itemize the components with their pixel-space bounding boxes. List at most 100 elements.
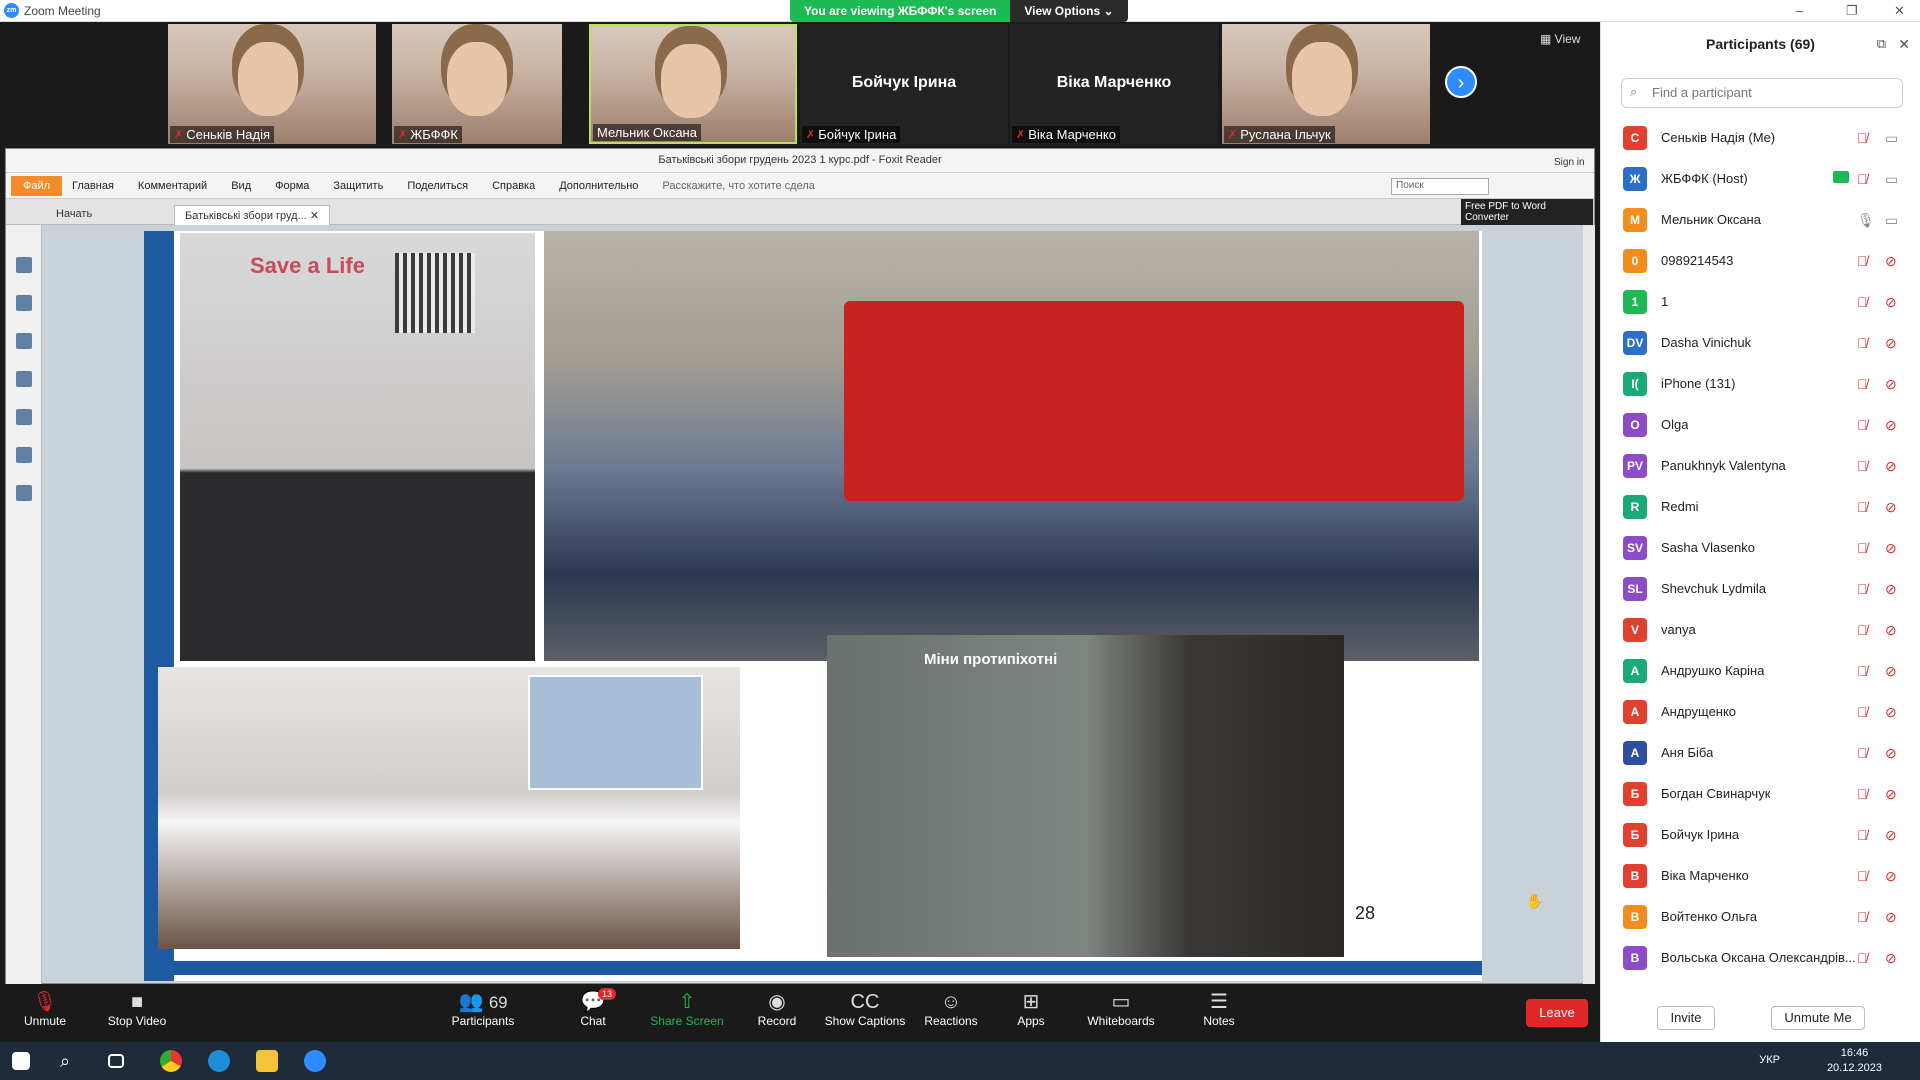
tab-document[interactable]: Батьківські збори груд... ✕ [174, 205, 331, 225]
chat-button[interactable]: 💬 13 Chat [548, 988, 638, 1028]
video-off-icon: ⊘ [1885, 868, 1897, 884]
participant-row[interactable]: SV Sasha Vlasenko 🎙̸ ⊘ [1601, 528, 1920, 569]
notes-button[interactable]: ☰ Notes [1174, 990, 1264, 1028]
participant-row[interactable]: 1 1 🎙̸ ⊘ [1601, 282, 1920, 323]
popout-icon[interactable]: ⧉ [1877, 36, 1886, 52]
menu-file[interactable]: Файл [11, 175, 63, 196]
participant-row[interactable]: М Мельник Оксана 🎙 ▭ [1601, 200, 1920, 241]
layers-icon[interactable] [16, 333, 32, 349]
signature-icon[interactable] [16, 485, 32, 501]
view-button[interactable]: ▦ View [1540, 32, 1580, 46]
search-icon: ⌕ [1630, 84, 1638, 99]
participant-row[interactable]: В Віка Марченко 🎙̸ ⊘ [1601, 856, 1920, 897]
participant-row[interactable]: I(iPhone (131) 🎙̸ ⊘ [1601, 364, 1920, 405]
avatar: R [1623, 495, 1647, 519]
viewing-label: You are viewing ЖБФФК's screen [790, 0, 1011, 22]
invite-button[interactable]: Invite [1657, 1006, 1715, 1030]
leave-button[interactable]: Leave [1526, 999, 1588, 1027]
participants-button[interactable]: 👥 69 Participants [438, 990, 528, 1028]
participant-row[interactable]: Vvanya 🎙̸ ⊘ [1601, 610, 1920, 651]
participant-row[interactable]: В Войтенко Ольга 🎙̸ ⊘ [1601, 897, 1920, 938]
video-tile[interactable]: ✗ Сеньків Надія [168, 24, 376, 144]
video-camera-icon: ▭ [1885, 212, 1899, 228]
video-tile-active-speaker[interactable]: Мельник Оксана [589, 24, 797, 144]
foxit-search-input[interactable]: Поиск [1391, 178, 1489, 195]
menu-protect[interactable]: Защитить [333, 180, 383, 192]
comments-icon[interactable] [16, 371, 32, 387]
pages-icon[interactable] [16, 295, 32, 311]
promo-banner[interactable]: Free PDF to Word Converter [1461, 199, 1593, 225]
close-window-icon[interactable]: ✕ [1894, 3, 1905, 19]
tell-me-field[interactable]: Расскажите, что хотите сдела [662, 180, 814, 192]
reactions-button[interactable]: ☺ Reactions [906, 990, 996, 1028]
participant-row[interactable]: Б Бойчук Ірина 🎙̸ ⊘ [1601, 815, 1920, 856]
menu-view[interactable]: Вид [231, 180, 251, 192]
avatar: PV [1623, 454, 1647, 478]
whiteboards-button[interactable]: ▭ Whiteboards [1076, 990, 1166, 1028]
participant-row[interactable]: R Redmi 🎙̸ ⊘ [1601, 487, 1920, 528]
participant-row[interactable]: 0 0989214543 🎙̸ ⊘ [1601, 241, 1920, 282]
search-icon[interactable]: ⌕ [60, 1050, 82, 1072]
avatar: V [1623, 618, 1647, 642]
foxit-scrollbar[interactable] [1583, 225, 1595, 985]
participant-row[interactable]: Б Богдан Свинарчук 🎙̸ ⊘ [1601, 774, 1920, 815]
chrome-icon[interactable] [160, 1050, 182, 1072]
menu-home[interactable]: Главная [72, 180, 114, 192]
apps-button[interactable]: ⊞ Apps [986, 990, 1076, 1028]
unmute-me-button[interactable]: Unmute Me [1771, 1006, 1865, 1030]
tab-start[interactable]: Начать [46, 205, 102, 225]
apps-icon: ⊞ [1022, 991, 1040, 1013]
find-participant-input[interactable]: ⌕ Find a participant [1621, 78, 1903, 108]
start-icon[interactable] [12, 1052, 30, 1070]
projector-screen [528, 675, 703, 790]
participant-row[interactable]: А Андрущенко 🎙̸ ⊘ [1601, 692, 1920, 733]
lock-icon[interactable] [16, 447, 32, 463]
system-clock[interactable]: 16:46 20.12.2023 [1827, 1046, 1882, 1076]
unmute-button[interactable]: 🎙 Unmute [0, 990, 90, 1028]
close-panel-icon[interactable]: ✕ [1898, 36, 1910, 53]
menu-comment[interactable]: Комментарий [138, 180, 207, 192]
menu-form[interactable]: Форма [275, 180, 309, 192]
video-tile[interactable]: Віка Марченко ✗ Віка Марченко [1010, 24, 1218, 144]
participant-face [238, 42, 298, 116]
video-tile[interactable]: Бойчук Ірина ✗ Бойчук Ірина [800, 24, 1008, 144]
fire-truck [844, 301, 1464, 501]
bookmark-icon[interactable] [16, 257, 32, 273]
record-button[interactable]: ◉ Record [732, 990, 822, 1028]
participant-row[interactable]: Ж ЖБФФК (Host) 🎙̸ ▭ [1601, 159, 1920, 200]
keyboard-language[interactable]: УКР [1759, 1054, 1780, 1066]
participant-row[interactable]: SL Shevchuk Lydmila 🎙̸ ⊘ [1601, 569, 1920, 610]
participant-row[interactable]: В Вольська Оксана Олександрів... 🎙̸ ⊘ [1601, 938, 1920, 978]
participant-row[interactable]: O Olga 🎙̸ ⊘ [1601, 405, 1920, 446]
edge-icon[interactable] [208, 1050, 230, 1072]
participant-face [1292, 42, 1352, 116]
task-view-icon[interactable] [108, 1054, 124, 1068]
menu-help[interactable]: Справка [492, 180, 535, 192]
photo-lecture-hall [158, 667, 740, 949]
avatar: SL [1623, 577, 1647, 601]
stop-video-button[interactable]: ■ Stop Video [92, 990, 182, 1028]
participant-row[interactable]: С Сеньків Надія (Me) 🎙̸ ▭ [1601, 118, 1920, 159]
zoom-taskbar-icon[interactable] [304, 1050, 326, 1072]
show-captions-button[interactable]: CC Show Captions [820, 990, 910, 1028]
view-options-button[interactable]: View Options ⌄ [1010, 0, 1128, 22]
participant-row[interactable]: А Андрушко Каріна 🎙̸ ⊘ [1601, 651, 1920, 692]
avatar: Б [1623, 782, 1647, 806]
maximize-icon[interactable]: ❐ [1846, 3, 1858, 19]
participant-row[interactable]: DV Dasha Vinichuk 🎙̸ ⊘ [1601, 323, 1920, 364]
participant-row[interactable]: А Аня Біба 🎙̸ ⊘ [1601, 733, 1920, 774]
menu-share[interactable]: Поделиться [407, 180, 468, 192]
video-tile[interactable]: ✗ Руслана Ільчук [1222, 24, 1430, 144]
file-explorer-icon[interactable] [256, 1050, 278, 1072]
menu-extra[interactable]: Дополнительно [559, 180, 638, 192]
qr-code [395, 253, 475, 333]
next-videos-button[interactable]: › [1445, 66, 1477, 98]
sign-in-link[interactable]: Sign in [1554, 157, 1585, 168]
share-screen-button[interactable]: ⇧ Share Screen [642, 990, 732, 1028]
participant-row[interactable]: PV Panukhnyk Valentyna 🎙̸ ⊘ [1601, 446, 1920, 487]
photo-mine-presentation: Міни протипіхотні [827, 635, 1344, 957]
attachment-icon[interactable] [16, 409, 32, 425]
video-big-name: Віка Марченко [1056, 74, 1172, 91]
minimize-icon[interactable]: – [1796, 3, 1803, 18]
video-tile[interactable]: ✗ ЖБФФК [392, 24, 562, 144]
